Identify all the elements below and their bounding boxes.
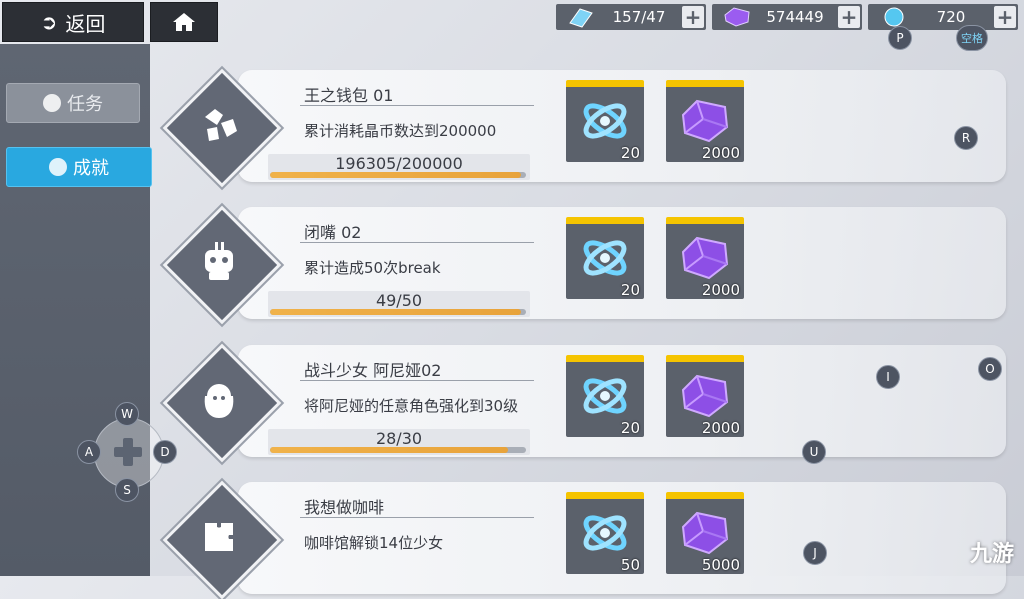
achievement-description: 将阿尼娅的任意角色强化到30级 xyxy=(304,397,519,415)
stamina-counter: 157/47 + xyxy=(556,4,706,30)
home-icon xyxy=(173,13,195,31)
task-icon xyxy=(43,94,61,112)
crystals-icon xyxy=(179,85,259,165)
tab-achievement-label: 成就 xyxy=(73,158,109,179)
key-s[interactable]: S xyxy=(115,478,139,502)
ticket-icon xyxy=(575,505,635,561)
ticket-icon xyxy=(884,7,904,27)
achievement-icon xyxy=(49,158,67,176)
progress-bar xyxy=(270,447,526,453)
crystal-icon xyxy=(675,93,735,149)
achievement-title: 王之钱包 01 xyxy=(304,86,394,105)
key-hint-p: P xyxy=(888,26,912,50)
reward-ticket[interactable]: 20 xyxy=(566,355,644,437)
progress-bar xyxy=(270,309,526,315)
ticket-icon xyxy=(575,368,635,424)
achievement-description: 累计消耗晶币数达到200000 xyxy=(304,122,497,140)
ticket-value: 720 xyxy=(936,8,966,26)
crystal-icon xyxy=(675,505,735,561)
title-divider xyxy=(300,380,534,381)
achievement-title: 战斗少女 阿尼娅02 xyxy=(304,361,442,380)
progress-box: 49/50 xyxy=(268,291,530,317)
progress-text: 49/50 xyxy=(375,291,423,310)
crystal-icon xyxy=(675,368,735,424)
key-hint-u: U xyxy=(802,440,826,464)
ticket-add-button[interactable]: + xyxy=(994,5,1016,29)
reward-crystal[interactable]: 2000 xyxy=(666,80,744,162)
reward-ticket-amount: 20 xyxy=(620,144,640,162)
achievement-title: 闭嘴 02 xyxy=(304,223,362,242)
reward-crystal-amount: 2000 xyxy=(701,144,740,162)
crystal-icon xyxy=(724,7,750,27)
progress-fill xyxy=(270,447,509,453)
progress-fill xyxy=(270,172,521,178)
key-hint-space: 空格 xyxy=(956,25,988,51)
progress-text: 28/30 xyxy=(375,429,423,448)
stamina-value: 157/47 xyxy=(612,8,666,26)
tab-task[interactable]: 任务 xyxy=(6,83,140,123)
reward-crystal[interactable]: 2000 xyxy=(666,217,744,299)
reward-crystal-amount: 2000 xyxy=(701,281,740,299)
reward-crystal-amount: 2000 xyxy=(701,419,740,437)
progress-fill xyxy=(270,309,521,315)
progress-text: 196305/200000 xyxy=(335,154,463,173)
tab-achievement[interactable]: 成就 xyxy=(6,147,152,187)
progress-box: 196305/200000 xyxy=(268,154,530,180)
title-divider xyxy=(300,105,534,106)
reward-ticket[interactable]: 50 xyxy=(566,492,644,574)
crystal-icon xyxy=(675,230,735,286)
stamina-add-button[interactable]: + xyxy=(682,5,704,29)
ticket-icon xyxy=(575,93,635,149)
reward-crystal-amount: 5000 xyxy=(701,556,740,574)
reward-ticket[interactable]: 20 xyxy=(566,217,644,299)
tab-task-label: 任务 xyxy=(67,94,103,115)
achievement-title: 我想做咖啡 xyxy=(304,498,385,517)
reward-ticket[interactable]: 20 xyxy=(566,80,644,162)
back-button[interactable]: ➲ 返回 xyxy=(2,2,144,42)
puzzle-icon xyxy=(179,497,259,577)
reward-ticket-amount: 20 xyxy=(620,419,640,437)
back-label: 返回 xyxy=(65,11,106,36)
robot-icon xyxy=(179,222,259,302)
dpad-cross-icon xyxy=(114,438,142,466)
key-hint-o: O xyxy=(978,357,1002,381)
reward-ticket-amount: 20 xyxy=(620,281,640,299)
crystal-value: 574449 xyxy=(766,8,824,26)
ticket-counter: 720 + xyxy=(868,4,1018,30)
key-hint-j: J xyxy=(803,541,827,565)
progress-bar xyxy=(270,172,526,178)
home-button[interactable] xyxy=(150,2,218,42)
progress-box: 28/30 xyxy=(268,429,530,455)
back-arrow-icon: ➲ xyxy=(40,10,58,34)
achievement-description: 咖啡馆解锁14位少女 xyxy=(304,534,444,552)
title-divider xyxy=(300,517,534,518)
ticket-icon xyxy=(575,230,635,286)
stamina-icon xyxy=(569,8,593,28)
watermark: 九游 xyxy=(969,542,1014,567)
key-w[interactable]: W xyxy=(115,402,139,426)
key-hint-r: R xyxy=(954,126,978,150)
key-d[interactable]: D xyxy=(153,440,177,464)
title-divider xyxy=(300,242,534,243)
crystal-add-button[interactable]: + xyxy=(838,5,860,29)
crystal-counter: 574449 + xyxy=(712,4,862,30)
girl-icon xyxy=(179,360,259,440)
achievement-description: 累计造成50次break xyxy=(304,259,441,277)
reward-crystal[interactable]: 5000 xyxy=(666,492,744,574)
reward-crystal[interactable]: 2000 xyxy=(666,355,744,437)
key-hint-i: I xyxy=(876,365,900,389)
key-a[interactable]: A xyxy=(77,440,101,464)
reward-ticket-amount: 50 xyxy=(620,556,640,574)
